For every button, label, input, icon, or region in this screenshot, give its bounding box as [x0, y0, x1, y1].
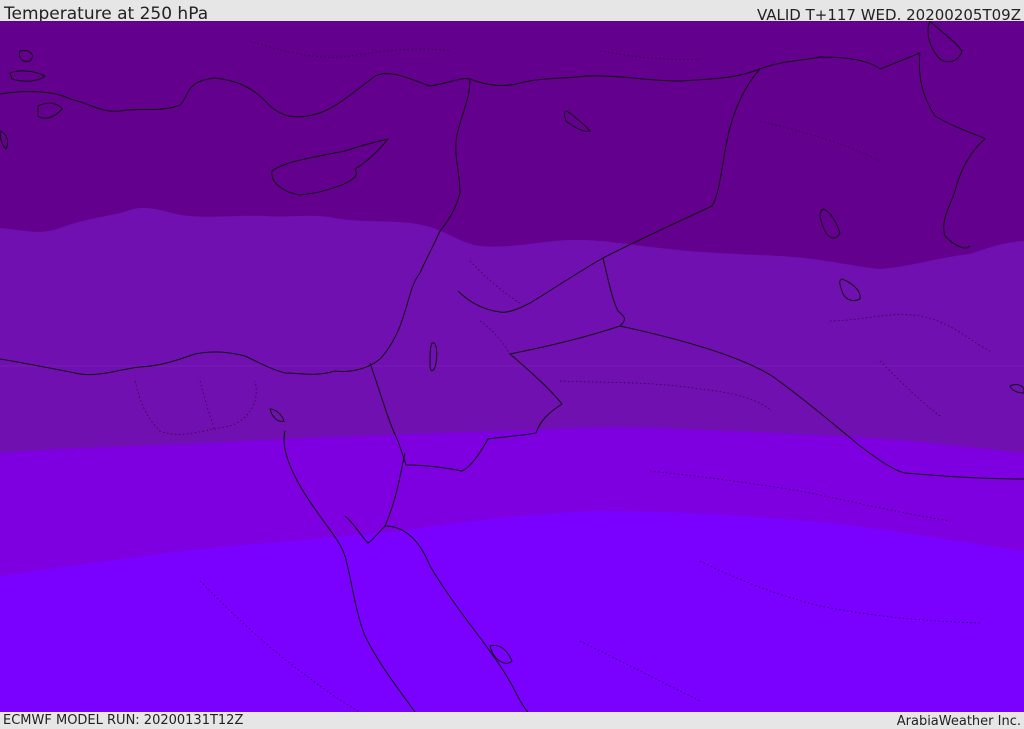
model-run-label: ECMWF MODEL RUN: 20200131T12Z: [3, 713, 244, 728]
weather-map-frame: Temperature at 250 hPa VALID T+117 WED. …: [0, 0, 1024, 729]
credit-label: ArabiaWeather Inc.: [896, 714, 1021, 729]
temperature-map[interactable]: [0, 21, 1024, 712]
map-header: Temperature at 250 hPa VALID T+117 WED. …: [0, 0, 1024, 24]
map-canvas: [0, 21, 1024, 712]
map-footer: ECMWF MODEL RUN: 20200131T12Z ArabiaWeat…: [0, 712, 1024, 729]
